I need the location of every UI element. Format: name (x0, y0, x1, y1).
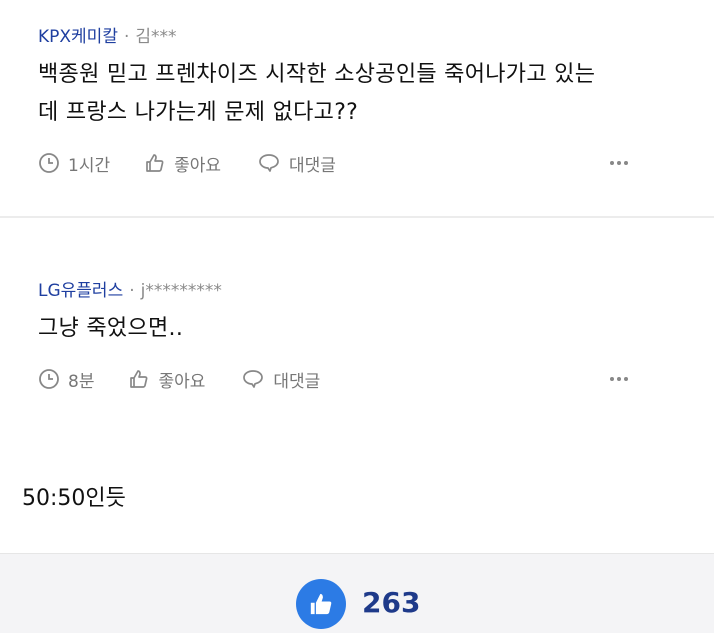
comment-time: 1시간 (38, 151, 110, 176)
comment-text-line: 데 프랑스 나가는게 문제 없다고?? (38, 100, 359, 125)
comment-time: 8분 (38, 367, 94, 392)
comment-item: LG유플러스 · j********* 그냥 죽었으면.. 8분 좋아요 대댓글 (0, 219, 714, 419)
comment-user: 김*** (135, 27, 177, 47)
thumbs-up-icon (130, 370, 148, 388)
like-button[interactable]: 좋아요 (128, 367, 205, 392)
like-count: 263 (362, 586, 421, 619)
speech-bubble-icon (243, 370, 264, 388)
footer-bar: 263 (0, 553, 714, 633)
comment-item: KPX케미칼 · 김*** 백종원 믿고 프렌차이즈 시작한 소상공인들 죽어나가고… (0, 0, 714, 216)
clock-icon (39, 369, 59, 389)
thumbs-up-icon (146, 154, 164, 172)
reply-button[interactable]: 대댓글 (257, 151, 336, 176)
like-label: 좋아요 (174, 155, 222, 176)
like-button-large[interactable] (296, 579, 346, 629)
time-label: 1시간 (68, 155, 111, 176)
caption-text: 50:50인듯 (22, 486, 126, 511)
more-options-icon[interactable] (610, 377, 628, 381)
speech-bubble-icon (259, 154, 279, 172)
meta-separator: · (123, 27, 130, 47)
comment-source[interactable]: KPX케미칼 (38, 27, 118, 47)
comment-source[interactable]: LG유플러스 (38, 281, 123, 301)
like-label: 좋아요 (158, 371, 206, 392)
meta-separator: · (129, 281, 135, 301)
reply-label: 대댓글 (273, 371, 321, 392)
comment-actions: 1시간 좋아요 대댓글 (38, 149, 674, 177)
clock-icon (39, 153, 59, 173)
comment-divider (0, 216, 714, 218)
comment-text: 그냥 죽었으면.. (38, 310, 684, 348)
comment-text-line: 그냥 죽었으면.. (38, 316, 184, 341)
time-label: 8분 (68, 371, 95, 392)
comment-text-line: 백종원 믿고 프렌차이즈 시작한 소상공인들 죽어나가고 있는 (38, 62, 596, 87)
reply-label: 대댓글 (289, 155, 336, 176)
comment-meta: KPX케미칼 · 김*** (38, 22, 177, 47)
comment-actions: 8분 좋아요 대댓글 (38, 365, 674, 393)
comment-user: j********* (140, 281, 222, 301)
comment-meta: LG유플러스 · j********* (38, 276, 222, 301)
reply-button[interactable]: 대댓글 (241, 367, 320, 392)
thumbs-up-icon (310, 593, 332, 615)
more-options-icon[interactable] (610, 161, 628, 165)
like-button[interactable]: 좋아요 (144, 151, 221, 176)
comment-text: 백종원 믿고 프렌차이즈 시작한 소상공인들 죽어나가고 있는 데 프랑스 나가… (38, 56, 684, 132)
